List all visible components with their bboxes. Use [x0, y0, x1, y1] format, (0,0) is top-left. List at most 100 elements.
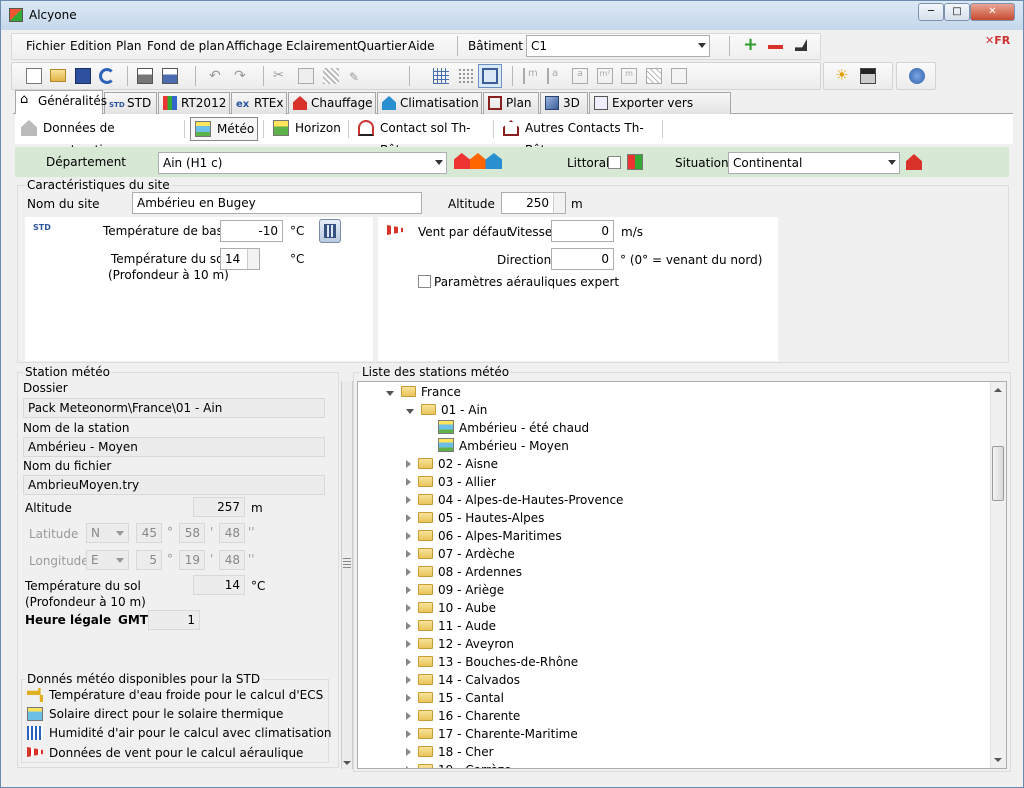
- help-icon[interactable]: [909, 68, 925, 84]
- menu-edition[interactable]: Edition: [70, 39, 112, 53]
- expand-icon[interactable]: [406, 658, 411, 666]
- tree-node-departement[interactable]: 18 - Cher: [406, 743, 494, 761]
- tree-node-departement[interactable]: 04 - Alpes-de-Hautes-Provence: [406, 491, 623, 509]
- copy-icon[interactable]: [298, 68, 314, 84]
- subtab-autres-contacts[interactable]: Autres Contacts Th-Bât: [499, 117, 659, 157]
- menu-quartier[interactable]: Quartier: [357, 39, 407, 53]
- layers-icon[interactable]: [671, 68, 687, 84]
- tab-rtex[interactable]: ex RTEx: [231, 92, 287, 114]
- expert-checkbox[interactable]: [418, 275, 431, 288]
- subtab-contact-sol[interactable]: Contact sol Th-Bât: [354, 117, 489, 157]
- area-m-icon[interactable]: m: [621, 68, 637, 84]
- expand-icon[interactable]: [406, 532, 411, 540]
- subtab-donnees-construction[interactable]: Données de construction: [17, 117, 180, 157]
- menu-eclairement[interactable]: Eclairement: [286, 39, 358, 53]
- expand-icon[interactable]: [406, 604, 411, 612]
- tree-node-departement[interactable]: 06 - Alpes-Maritimes: [406, 527, 562, 545]
- tree-node-departement[interactable]: 17 - Charente-Maritime: [406, 725, 578, 743]
- area-a-icon[interactable]: a: [572, 68, 588, 84]
- tab-plan[interactable]: Plan: [483, 92, 539, 114]
- redo-icon[interactable]: ↷: [234, 68, 250, 84]
- tab-std[interactable]: STD STD: [104, 92, 157, 114]
- dot-grid-icon[interactable]: [458, 68, 474, 84]
- collapse-icon[interactable]: [406, 409, 414, 414]
- temp-base-input[interactable]: -10: [220, 220, 283, 242]
- expand-icon[interactable]: [406, 622, 411, 630]
- sun-icon[interactable]: ☀: [835, 68, 851, 84]
- station-tree[interactable]: France 01 - Ain Ambérieu - été chaud Amb…: [357, 381, 1007, 769]
- tree-node-departement[interactable]: 05 - Hautes-Alpes: [406, 509, 544, 527]
- tab-rt2012[interactable]: RT2012: [158, 92, 230, 114]
- dimension-m-icon[interactable]: m: [523, 68, 539, 84]
- print-icon[interactable]: [137, 68, 153, 84]
- tree-node-departement[interactable]: 07 - Ardèche: [406, 545, 515, 563]
- save-icon[interactable]: [75, 68, 91, 84]
- tree-node-departement[interactable]: 14 - Calvados: [406, 671, 520, 689]
- expand-icon[interactable]: [406, 748, 411, 756]
- scroll-down-icon[interactable]: [994, 758, 1002, 762]
- tree-node-departement[interactable]: 10 - Aube: [406, 599, 496, 617]
- vitesse-input[interactable]: 0: [551, 220, 614, 242]
- littoral-checkbox[interactable]: [608, 156, 621, 169]
- tree-node-departement[interactable]: 19 - Corrèze: [406, 761, 511, 768]
- expand-icon[interactable]: [406, 712, 411, 720]
- menu-affichage[interactable]: Affichage: [226, 39, 282, 53]
- tree-station-moyen[interactable]: Ambérieu - Moyen: [438, 437, 569, 455]
- no-license-icon[interactable]: ✕FR: [985, 34, 1017, 48]
- tree-node-departement[interactable]: 16 - Charente: [406, 707, 520, 725]
- tab-exporter-pleiades[interactable]: Exporter vers Pleiades: [589, 92, 731, 130]
- subtab-horizon[interactable]: Horizon: [269, 117, 345, 141]
- tree-node-departement[interactable]: 08 - Ardennes: [406, 563, 522, 581]
- batiment-select[interactable]: C1: [526, 35, 710, 57]
- tree-node-france[interactable]: France: [386, 383, 461, 401]
- expand-icon[interactable]: [406, 766, 411, 768]
- new-file-icon[interactable]: [26, 68, 42, 84]
- tree-scrollbar[interactable]: [990, 382, 1006, 768]
- undo-icon[interactable]: ↶: [209, 68, 225, 84]
- expand-icon[interactable]: [406, 460, 411, 468]
- collapse-icon[interactable]: [386, 391, 394, 396]
- menu-aide[interactable]: Aide: [408, 39, 435, 53]
- expand-icon[interactable]: [406, 586, 411, 594]
- tree-station-ete-chaud[interactable]: Ambérieu - été chaud: [438, 419, 589, 437]
- add-icon[interactable]: +: [743, 36, 759, 54]
- print-preview-icon[interactable]: [162, 68, 178, 84]
- tab-3d[interactable]: 3D: [540, 92, 588, 114]
- splitter-handle[interactable]: [341, 381, 353, 769]
- altitude-spinner[interactable]: [553, 193, 565, 213]
- cut-icon[interactable]: ✂: [273, 68, 289, 84]
- tab-chauffage[interactable]: Chauffage: [288, 92, 376, 114]
- menu-fichier[interactable]: Fichier: [26, 39, 65, 53]
- scroll-thumb[interactable]: [992, 446, 1004, 501]
- tree-node-departement[interactable]: 09 - Ariège: [406, 581, 504, 599]
- nom-site-input[interactable]: Ambérieu en Bugey: [132, 192, 422, 214]
- close-button[interactable]: ✕: [970, 3, 1015, 21]
- remove-icon[interactable]: [768, 45, 783, 49]
- expand-icon[interactable]: [406, 640, 411, 648]
- menu-plan[interactable]: Plan: [116, 39, 142, 53]
- tree-node-departement[interactable]: 15 - Cantal: [406, 689, 504, 707]
- expand-icon[interactable]: [406, 496, 411, 504]
- subtab-meteo[interactable]: Météo: [190, 117, 258, 141]
- refresh-icon[interactable]: [99, 68, 115, 84]
- dimension-a-icon[interactable]: a: [547, 68, 563, 84]
- tree-node-departement[interactable]: 12 - Aveyron: [406, 635, 514, 653]
- expand-icon[interactable]: [406, 676, 411, 684]
- temp-sol-spinner[interactable]: [247, 249, 259, 269]
- expand-icon[interactable]: [406, 550, 411, 558]
- expand-icon[interactable]: [406, 694, 411, 702]
- tab-climatisation[interactable]: Climatisation: [377, 92, 482, 114]
- expand-icon[interactable]: [406, 730, 411, 738]
- tree-node-departement[interactable]: 03 - Allier: [406, 473, 496, 491]
- tree-node-ain[interactable]: 01 - Ain: [406, 401, 487, 419]
- open-folder-icon[interactable]: [50, 69, 66, 82]
- menu-fond-de-plan[interactable]: Fond de plan: [147, 39, 225, 53]
- area-m2-icon[interactable]: m²: [597, 68, 613, 84]
- expand-icon[interactable]: [406, 478, 411, 486]
- expand-icon[interactable]: [406, 568, 411, 576]
- tab-generalites[interactable]: ⌂ Généralités: [15, 90, 107, 114]
- direction-input[interactable]: 0: [551, 248, 614, 270]
- grid-icon[interactable]: [433, 68, 449, 84]
- situation-select[interactable]: Continental: [728, 152, 900, 174]
- tree-node-departement[interactable]: 02 - Aisne: [406, 455, 498, 473]
